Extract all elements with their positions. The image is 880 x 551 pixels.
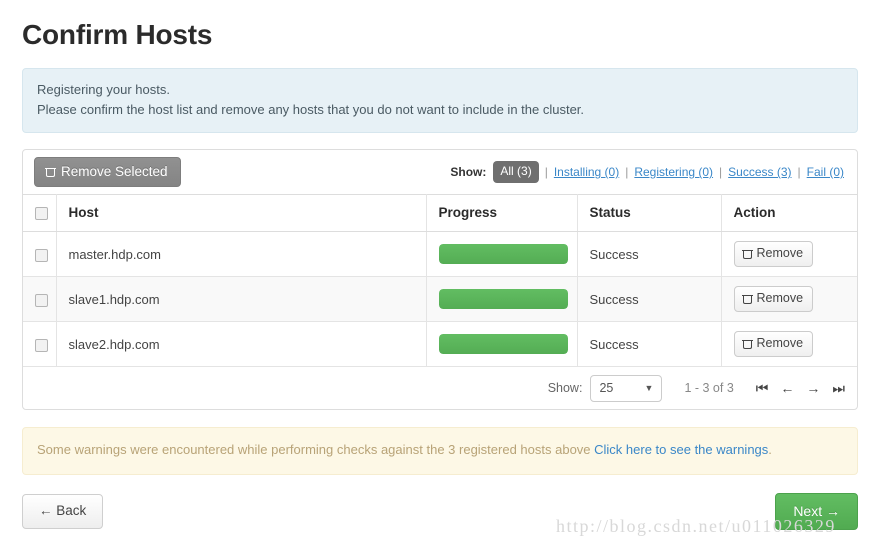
table-row: master.hdp.com Success Remove [23, 231, 857, 277]
row-checkbox[interactable] [35, 248, 48, 262]
remove-host-button[interactable]: Remove [733, 241, 814, 267]
info-alert-line-2: Please confirm the host list and remove … [37, 102, 585, 117]
pagination-range: 1 - 3 of 3 [684, 381, 734, 395]
progress-bar [438, 244, 568, 264]
chevron-down-icon: ▼ [644, 383, 654, 393]
trash-icon [741, 339, 753, 349]
column-header-host: Host [56, 194, 427, 232]
remove-selected-label: Remove Selected [61, 164, 168, 179]
table-row: slave2.hdp.com Success Remove [23, 321, 857, 367]
table-pagination: Show: 25 ▼ 1 - 3 of 3 ⏮ ← → ⏭ [23, 367, 857, 409]
progress-bar [438, 289, 568, 309]
table-header-row: Host Progress Status Action [23, 194, 857, 232]
page-title: Confirm Hosts [22, 19, 213, 50]
filter-fail[interactable]: Fail (0) [807, 165, 844, 179]
host-name: master.hdp.com [56, 231, 427, 277]
warning-alert: Some warnings were encountered while per… [22, 427, 858, 475]
remove-host-button[interactable]: Remove [733, 331, 814, 357]
filter-separator: | [797, 165, 801, 179]
action-cell: Remove [721, 321, 857, 367]
info-alert: Registering your hosts. Please confirm t… [22, 68, 858, 133]
column-header-status: Status [577, 194, 722, 232]
confirm-hosts-page: Confirm Hosts Registering your hosts. Pl… [0, 18, 880, 551]
page-size-value: 25 [599, 381, 614, 395]
hosts-table: Host Progress Status Action master.hdp.c… [23, 194, 857, 367]
wizard-footer: ← Back Next → [22, 493, 858, 530]
pagination-controls: ⏮ ← → ⏭ [756, 381, 845, 395]
filter-show-label: Show: [450, 165, 487, 179]
trash-icon [741, 294, 753, 304]
select-all-header [23, 194, 57, 232]
first-page-icon[interactable]: ⏮ [756, 381, 769, 395]
warning-text: Some warnings were encountered while per… [37, 442, 595, 457]
host-name: slave2.hdp.com [56, 321, 427, 367]
row-select-cell [23, 276, 57, 322]
action-cell: Remove [721, 276, 857, 322]
row-select-cell [23, 321, 57, 367]
hosts-panel: Remove Selected Show: All (3) | Installi… [22, 149, 858, 410]
filter-success[interactable]: Success (3) [728, 165, 791, 179]
progress-cell [426, 231, 578, 277]
next-page-icon[interactable]: → [806, 381, 820, 395]
trash-icon [45, 167, 56, 177]
status-text: Success [577, 276, 722, 322]
filter-registering[interactable]: Registering (0) [634, 165, 713, 179]
row-checkbox[interactable] [35, 293, 48, 307]
progress-bar [438, 334, 568, 354]
remove-selected-button[interactable]: Remove Selected [34, 157, 181, 187]
info-alert-line-1: Registering your hosts. [37, 82, 170, 97]
warning-text-suffix: . [768, 442, 772, 457]
table-row: slave1.hdp.com Success Remove [23, 276, 857, 322]
row-select-cell [23, 231, 57, 277]
back-button[interactable]: ← Back [22, 494, 104, 529]
host-name: slave1.hdp.com [56, 276, 427, 322]
progress-track [438, 244, 568, 264]
filter-all[interactable]: All (3) [493, 161, 539, 183]
pagination-show-label: Show: [547, 381, 583, 395]
last-page-icon[interactable]: ⏭ [832, 381, 845, 395]
next-button[interactable]: Next → [775, 493, 858, 530]
page-size-select[interactable]: 25 ▼ [590, 374, 663, 402]
column-header-action: Action [721, 194, 857, 232]
remove-host-label: Remove [756, 291, 804, 305]
progress-track [438, 334, 568, 354]
progress-cell [426, 321, 578, 367]
trash-icon [741, 249, 753, 259]
hosts-toolbar: Remove Selected Show: All (3) | Installi… [23, 150, 857, 194]
action-cell: Remove [721, 231, 857, 277]
view-warnings-link[interactable]: Click here to see the warnings [594, 442, 768, 457]
previous-page-icon[interactable]: ← [780, 381, 794, 395]
filter-separator: | [625, 165, 629, 179]
status-filter-group: Show: All (3) | Installing (0) | Registe… [450, 161, 846, 183]
remove-host-label: Remove [756, 246, 804, 260]
filter-separator: | [544, 165, 548, 179]
filter-installing[interactable]: Installing (0) [554, 165, 619, 179]
remove-host-button[interactable]: Remove [733, 286, 814, 312]
remove-host-label: Remove [756, 336, 804, 350]
select-all-checkbox[interactable] [35, 206, 48, 220]
progress-cell [426, 276, 578, 322]
status-text: Success [577, 321, 722, 367]
progress-track [438, 289, 568, 309]
row-checkbox[interactable] [35, 338, 48, 352]
status-text: Success [577, 231, 722, 277]
filter-separator: | [719, 165, 723, 179]
column-header-progress: Progress [426, 194, 578, 232]
